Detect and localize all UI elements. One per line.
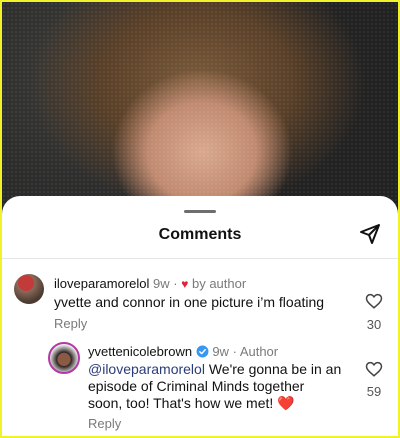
comment-age: 9w — [212, 344, 229, 359]
sheet-title: Comments — [158, 226, 242, 243]
comments-sheet: Comments iloveparamorelol 9w · ♥ by auth… — [2, 196, 398, 436]
username[interactable]: yvettenicolebrown — [88, 344, 192, 359]
comment-header: yvettenicolebrown 9w · Author — [88, 344, 278, 359]
like-count: 30 — [366, 317, 382, 332]
comment-age: 9w — [153, 276, 170, 291]
mention-link[interactable]: @iloveparamorelol — [88, 361, 205, 377]
header-divider — [2, 258, 398, 259]
heart-outline-icon[interactable] — [365, 292, 383, 310]
red-heart-emoji-icon: ❤️ — [277, 395, 295, 411]
text-line1-rest: We're gonna be in an — [204, 361, 342, 377]
text-line3: soon, too! That's how we met! — [88, 395, 278, 411]
sheet-grabber[interactable] — [184, 210, 216, 213]
author-tag: Author — [239, 344, 279, 359]
avatar[interactable] — [14, 274, 44, 304]
verified-badge-icon — [196, 345, 209, 358]
screenshot-frame: Comments iloveparamorelol 9w · ♥ by auth… — [2, 2, 398, 436]
comment-text: @iloveparamorelol We're gonna be in an e… — [88, 361, 341, 412]
comment-header: iloveparamorelol 9w · ♥ by author — [54, 276, 246, 291]
reply-button[interactable]: Reply — [54, 316, 87, 331]
text-line2: episode of Criminal Minds together — [88, 378, 305, 394]
separator-dot: · — [232, 344, 237, 359]
comment-text: yvette and connor in one picture i’m flo… — [54, 294, 325, 310]
like-count: 59 — [366, 384, 382, 399]
author-liked-heart-icon: ♥ — [181, 277, 189, 291]
send-icon[interactable] — [358, 222, 382, 246]
by-author-label: by author — [191, 276, 247, 291]
separator-dot: · — [173, 276, 178, 291]
avatar-story-ring[interactable] — [48, 342, 80, 374]
heart-outline-icon[interactable] — [365, 360, 383, 378]
reply-button[interactable]: Reply — [88, 416, 121, 431]
username[interactable]: iloveparamorelol — [54, 276, 149, 291]
